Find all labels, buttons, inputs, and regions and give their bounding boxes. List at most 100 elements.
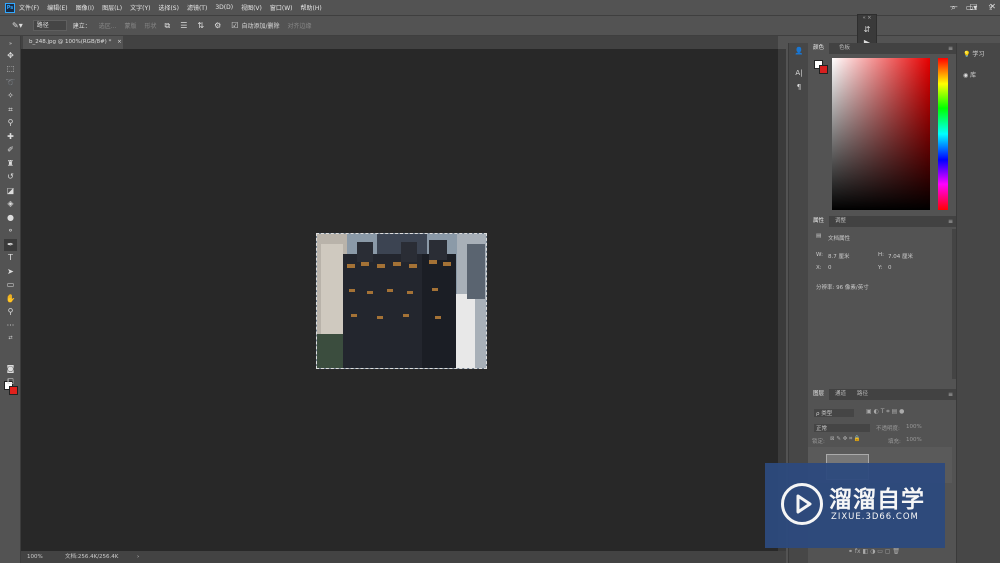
fill-value[interactable]: 100% (906, 437, 922, 443)
menu-window[interactable]: 窗口(W) (270, 3, 293, 12)
document-tab[interactable]: b_248.jpg @ 100%(RGB/8#) * × (23, 36, 123, 49)
color-picker-field[interactable] (832, 58, 930, 210)
clone-stamp-tool-icon[interactable]: ♜ (4, 158, 17, 170)
menu-edit[interactable]: 编辑(E) (47, 3, 67, 12)
panel-background-swatch[interactable] (819, 65, 828, 74)
shape-button[interactable]: 形状 (144, 21, 156, 30)
align-edges-checkbox[interactable]: 对齐边缘 (287, 21, 311, 30)
people-icon[interactable]: 👤 (793, 47, 805, 58)
rectangle-tool-icon[interactable]: ▭ (4, 279, 17, 291)
fill-label: 填充: (888, 439, 901, 445)
swap-colors-icon[interactable]: ⇄ (4, 332, 17, 344)
document-image[interactable] (316, 233, 487, 369)
search-icon[interactable]: ⌕ (951, 3, 955, 13)
menu-layer[interactable]: 图层(L) (102, 3, 122, 12)
panel-collapse-icon[interactable]: « × (858, 15, 876, 21)
type-tool-icon[interactable]: T (4, 252, 17, 264)
learn-panel-button[interactable]: 💡 学习 (963, 49, 984, 58)
selection-button[interactable]: 选区... (99, 21, 117, 30)
hue-slider[interactable] (938, 58, 948, 210)
far-right-panel-strip: 💡 学习 ◉ 库 (956, 43, 1000, 563)
path-selection-tool-icon[interactable]: ➤ (4, 266, 17, 278)
paragraph-icon[interactable]: ¶ (793, 83, 805, 94)
properties-panel-menu-icon[interactable]: ≡ (948, 216, 953, 227)
share-icon[interactable]: ⇪ (987, 3, 994, 13)
history-icon[interactable]: ⇵ (858, 25, 876, 34)
quick-mask-icon[interactable]: ◙ (4, 363, 17, 375)
path-arrangement-icon[interactable]: ⇅ (197, 21, 204, 30)
marquee-tool-icon[interactable]: ⬚ (4, 63, 17, 75)
tab-paths[interactable]: 路径 (852, 389, 873, 400)
menu-filter[interactable]: 滤镜(T) (187, 3, 207, 12)
crop-tool-icon[interactable]: ⌗ (4, 104, 17, 116)
tab-color[interactable]: 颜色 (808, 43, 830, 54)
auto-add-checkbox[interactable]: ☑ (231, 21, 238, 30)
path-operations-icon[interactable]: ⧉ (165, 21, 171, 31)
menu-bar: Ps 文件(F) 编辑(E) 图像(I) 图层(L) 文字(Y) 选择(S) 滤… (0, 0, 1000, 15)
tab-properties[interactable]: 属性 (808, 216, 830, 227)
lock-icons[interactable]: ⊠ ✎ ✥ ⌗ 🔒 (830, 436, 861, 443)
auto-add-label: 自动添加/删除 (241, 23, 280, 30)
x-value[interactable]: 0 (828, 265, 832, 271)
magic-wand-tool-icon[interactable]: ✧ (4, 90, 17, 102)
menu-help[interactable]: 帮助(H) (301, 3, 322, 12)
layer-kind-filter[interactable]: ρ 类型 (814, 409, 854, 417)
y-value[interactable]: 0 (888, 265, 892, 271)
libraries-panel-button[interactable]: ◉ 库 (963, 70, 976, 79)
pen-tool-preset-icon[interactable]: ✎▾ (12, 21, 23, 30)
tab-swatches[interactable]: 色板 (834, 43, 855, 54)
lasso-tool-icon[interactable]: ➰ (4, 77, 17, 89)
document-tab-strip: b_248.jpg @ 100%(RGB/8#) * × (21, 36, 778, 49)
history-brush-tool-icon[interactable]: ↺ (4, 171, 17, 183)
blur-tool-icon[interactable]: ● (4, 212, 17, 224)
watermark-subtitle: ZIXUE.3D66.COM (831, 512, 919, 522)
status-menu-arrow[interactable]: › (137, 551, 139, 563)
layer-filter-icons[interactable]: ▣ ◐ T ⌗ ▤ ● (866, 408, 904, 416)
menu-view[interactable]: 视图(V) (241, 3, 262, 12)
dodge-tool-icon[interactable]: ⚬ (4, 225, 17, 237)
menu-file[interactable]: 文件(F) (19, 3, 39, 12)
eraser-tool-icon[interactable]: ◪ (4, 185, 17, 197)
mask-button[interactable]: 蒙版 (124, 21, 136, 30)
watermark-play-logo-icon (781, 483, 823, 525)
document-tab-close-icon[interactable]: × (117, 39, 122, 45)
pen-tool-icon[interactable]: ✒ (4, 239, 17, 251)
hand-tool-icon[interactable]: ✋ (4, 293, 17, 305)
tab-adjustments[interactable]: 调整 (830, 216, 851, 227)
toolbar-collapse-icon[interactable]: » (4, 38, 17, 50)
more-tools-icon[interactable]: ··· (4, 320, 17, 332)
menu-image[interactable]: 图像(I) (76, 3, 94, 12)
screen-mode-icon[interactable]: ⧠ (4, 376, 17, 388)
tools-panel: » ✥ ⬚ ➰ ✧ ⌗ ⚲ ✚ ✐ ♜ ↺ ◪ ◈ ● ⚬ ✒ T ➤ ▭ ✋ … (0, 36, 21, 563)
zoom-level[interactable]: 100% (27, 551, 43, 563)
blend-mode-select[interactable]: 正常 (814, 424, 870, 432)
menu-select[interactable]: 选择(S) (158, 3, 179, 12)
move-tool-icon[interactable]: ✥ (4, 50, 17, 62)
opacity-value[interactable]: 100% (906, 424, 922, 430)
brush-tool-icon[interactable]: ✐ (4, 144, 17, 156)
width-value[interactable]: 8.7 厘米 (828, 252, 850, 260)
gear-icon[interactable]: ⚙ (214, 21, 221, 30)
layers-panel-menu-icon[interactable]: ≡ (948, 389, 953, 400)
paint-bucket-tool-icon[interactable]: ◈ (4, 198, 17, 210)
skyscraper-photo (317, 234, 486, 368)
tool-mode-select[interactable]: 路径 (32, 20, 67, 31)
lock-label: 锁定: (812, 439, 825, 445)
character-icon[interactable]: A| (793, 69, 805, 80)
workspace-icon[interactable]: ▭▾ (966, 3, 978, 13)
zoom-tool-icon[interactable]: ⚲ (4, 306, 17, 318)
menu-type[interactable]: 文字(Y) (130, 3, 150, 12)
tab-channels[interactable]: 通道 (830, 389, 851, 400)
tab-layers[interactable]: 图层 (808, 389, 830, 400)
layer-footer-icons[interactable]: ⚭ fx ◧ ◑ ▭ ▢ 🗑 (848, 548, 900, 555)
eyedropper-tool-icon[interactable]: ⚲ (4, 117, 17, 129)
x-label: X: (816, 265, 822, 271)
doc-properties-label: 文档属性 (828, 236, 851, 242)
healing-brush-tool-icon[interactable]: ✚ (4, 131, 17, 143)
menu-3d[interactable]: 3D(D) (215, 4, 233, 11)
build-label: 建立： (72, 23, 91, 30)
status-bar: 100% 文档:256.4K/256.4K › (21, 551, 786, 563)
color-panel-menu-icon[interactable]: ≡ (948, 43, 953, 54)
height-value[interactable]: 7.04 厘米 (888, 252, 913, 260)
path-alignment-icon[interactable]: ☰ (180, 21, 187, 30)
